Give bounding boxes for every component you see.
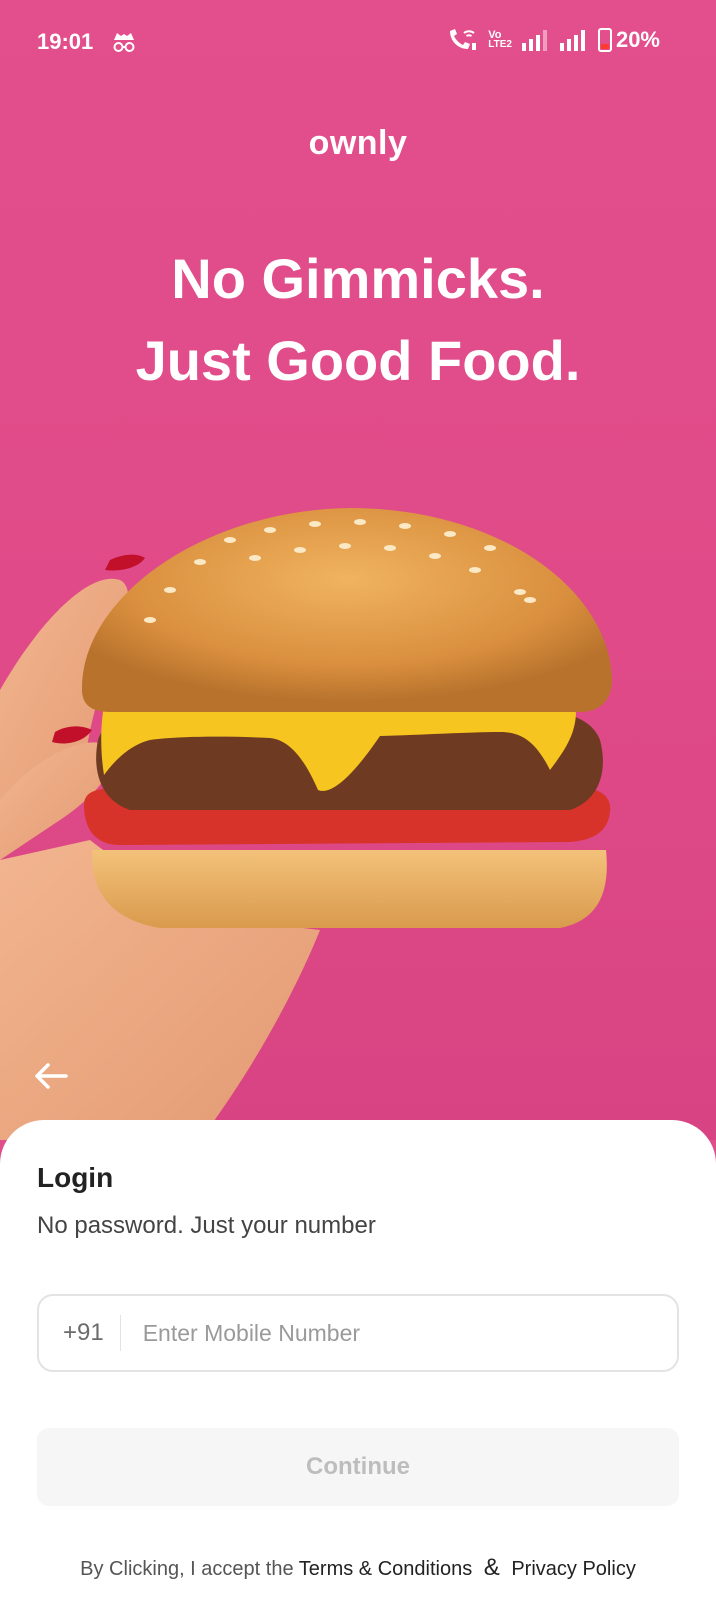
lte-label: LTE2 [488,39,512,50]
hero-section: 19:01 Vo LTE2 20% ownly No Gimmicks. Jus… [0,0,716,1140]
status-icons: Vo LTE2 20% [446,27,660,53]
mobile-number-field[interactable]: +91 [37,1294,679,1372]
wifi-calling-icon [450,29,477,50]
headline-line-1: No Gimmicks. [171,247,545,310]
incognito-icon [113,33,135,52]
login-sheet: Login No password. Just your number +91 … [0,1120,716,1600]
terms-link[interactable]: Terms & Conditions [299,1558,472,1580]
volte-indicator: Vo LTE2 [488,30,512,50]
battery-percent: 20% [615,27,660,52]
mobile-number-input[interactable] [120,1318,677,1348]
login-title: Login [37,1162,114,1193]
continue-button[interactable]: Continue [37,1428,679,1506]
status-time: 19:01 [37,29,94,54]
login-subtitle: No password. Just your number [37,1212,376,1239]
back-arrow-icon [35,1063,68,1089]
status-bar: 19:01 Vo LTE2 20% [0,0,716,84]
brand-logo: ownly [308,124,408,162]
signal-icon [521,30,547,51]
battery-indicator: 20% [597,27,660,53]
battery-icon [597,28,612,52]
legal-text: By Clicking, I accept the Terms & Condit… [0,1554,716,1582]
signal-icon [559,30,585,51]
headline-line-2: Just Good Food. [135,329,581,392]
back-button[interactable] [30,1055,72,1097]
burger-image [0,508,613,1140]
legal-ampersand: & [483,1554,500,1581]
country-code[interactable]: +91 [39,1319,120,1347]
privacy-policy-link[interactable]: Privacy Policy [511,1558,635,1580]
hero-headline: No Gimmicks. Just Good Food. [0,238,716,402]
legal-prefix: By Clicking, I accept the [80,1558,294,1580]
